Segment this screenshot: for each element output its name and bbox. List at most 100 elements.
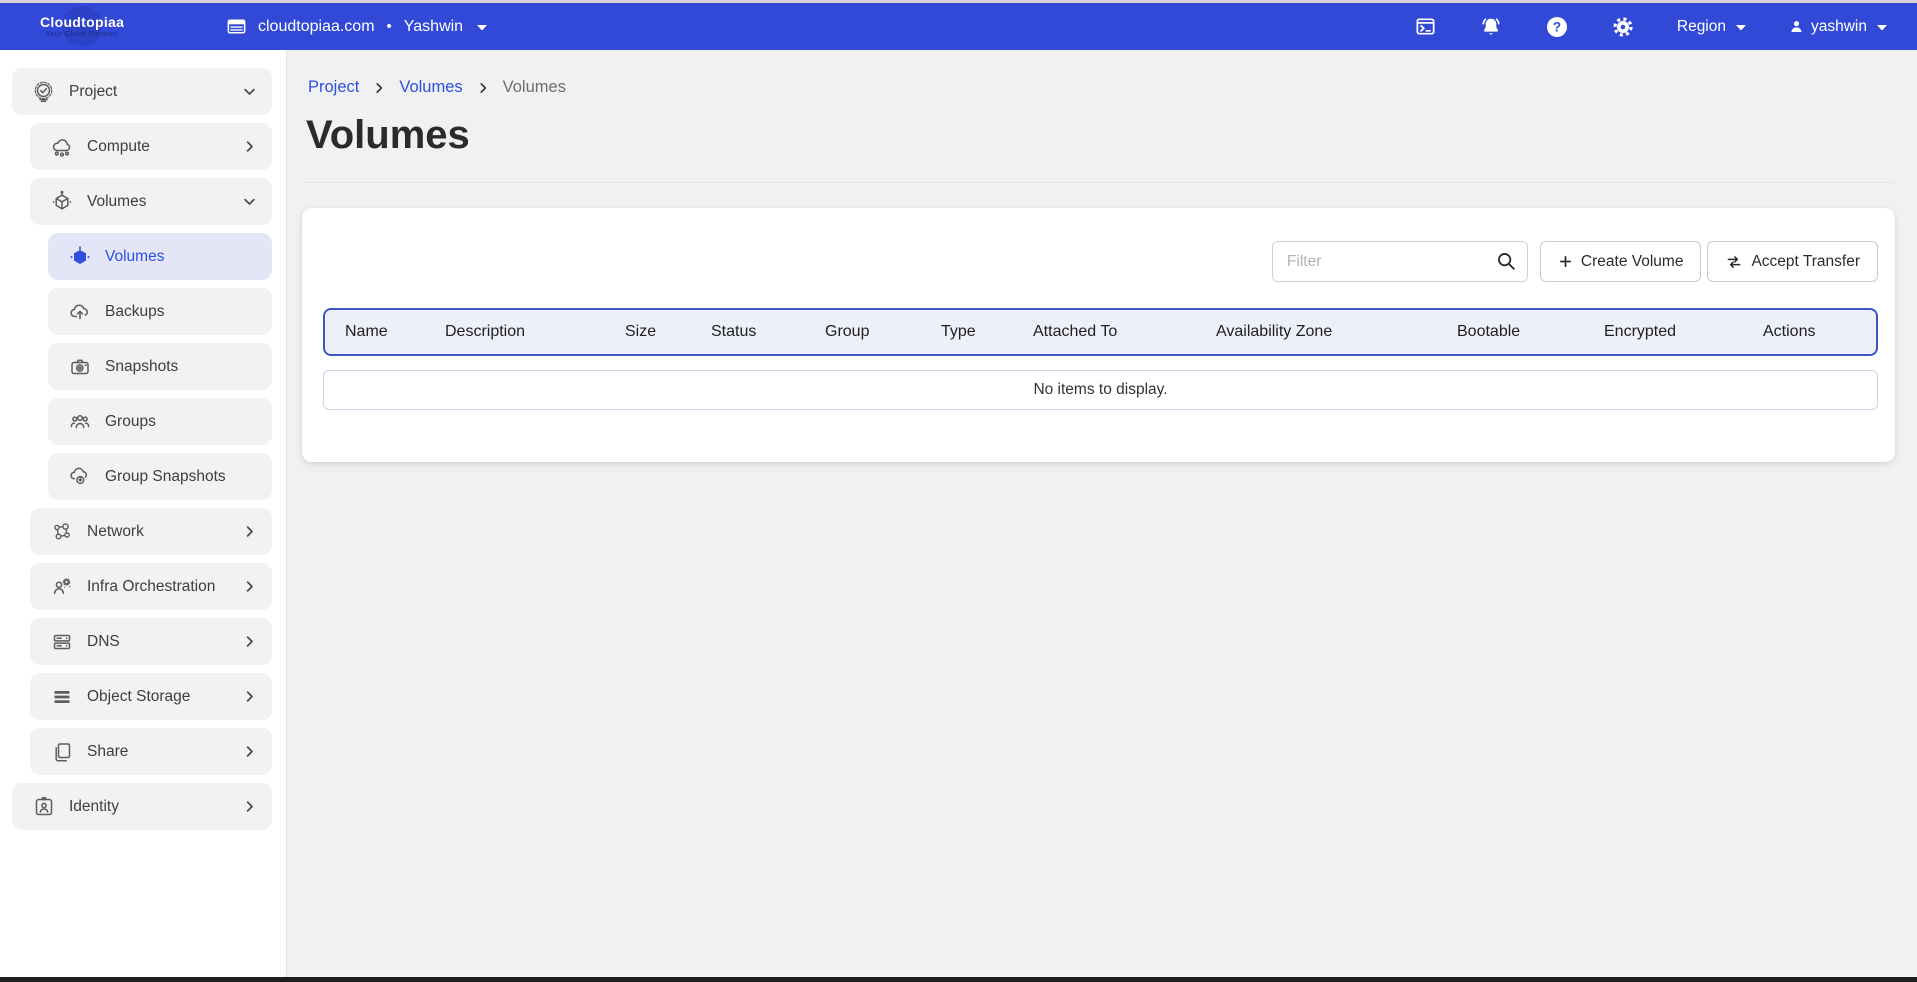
chevron-down-icon [477,18,487,36]
sidebar-item-volumes-group[interactable]: Volumes [30,178,272,225]
accept-transfer-button[interactable]: Accept Transfer [1707,241,1878,282]
share-pages-icon [50,740,74,764]
chevron-down-icon [242,84,257,99]
main-content: Project Volumes Volumes Volumes [287,50,1917,977]
breadcrumb: Project Volumes Volumes [302,78,1895,97]
plus-icon [1558,254,1573,269]
sidebar-item-dns[interactable]: DNS [30,618,272,665]
column-header-name[interactable]: Name [345,323,445,341]
sidebar-item-network[interactable]: Network [30,508,272,555]
breadcrumb-current: Volumes [503,78,566,97]
top-navbar: Cloudtopiaa Your Cloud Partner! cloudtop… [0,3,1917,50]
chevron-right-icon [242,744,257,759]
chevron-right-icon [242,579,257,594]
chevron-down-icon [1736,18,1746,36]
compute-cloud-icon [50,135,74,159]
project-context-dropdown[interactable]: cloudtopiaa.com • Yashwin [225,15,487,38]
brand-tagline: Your Cloud Partner! [40,31,124,38]
sidebar-item-share[interactable]: Share [30,728,272,775]
context-separator: • [387,18,392,35]
filter-input[interactable] [1272,241,1528,282]
volumes-table-card: Create Volume Accept Transfer Name Descr… [302,208,1895,462]
transfer-arrows-icon [1725,253,1743,271]
column-header-actions[interactable]: Actions [1763,323,1876,341]
notifications-bell-icon[interactable] [1479,15,1503,39]
sidebar-item-label: Groups [105,413,156,431]
chevron-down-icon [242,194,257,209]
backups-cloud-upload-icon [68,300,92,324]
context-user: Yashwin [404,18,463,36]
app-console-icon[interactable] [1414,15,1437,38]
sidebar-item-label: Compute [87,138,150,156]
chevron-right-icon [372,81,386,95]
title-divider [302,182,1895,183]
sidebar-item-label: Network [87,523,144,541]
sidebar-item-snapshots[interactable]: Snapshots [48,343,272,390]
brand-name: Cloudtopiaa [40,15,124,30]
region-dropdown[interactable]: Region [1677,18,1746,36]
search-icon[interactable] [1495,250,1517,277]
column-header-group[interactable]: Group [825,323,941,341]
sidebar-item-label: Project [69,83,117,101]
sidebar-item-label: Group Snapshots [105,468,226,486]
table-empty-row: No items to display. [323,370,1878,410]
chevron-right-icon [242,634,257,649]
chevron-right-icon [476,81,490,95]
sidebar-item-label: DNS [87,633,120,651]
group-snapshots-cloud-down-icon [68,465,92,489]
create-volume-button[interactable]: Create Volume [1540,241,1702,282]
sidebar-item-volumes[interactable]: Volumes [48,233,272,280]
domain-table-icon [225,15,248,38]
table-header-row: Name Description Size Status Group Type … [323,308,1878,356]
column-header-bootable[interactable]: Bootable [1457,323,1604,341]
sidebar-item-label: Snapshots [105,358,178,376]
project-badge-icon [32,80,56,104]
column-header-status[interactable]: Status [711,323,825,341]
sidebar-item-compute[interactable]: Compute [30,123,272,170]
create-volume-label: Create Volume [1581,253,1684,271]
user-icon [1788,18,1805,35]
sidebar-item-group-snapshots[interactable]: Group Snapshots [48,453,272,500]
network-nodes-icon [50,520,74,544]
volume-cube-filled-icon [68,245,92,269]
sidebar: Project Compute Volumes Volumes [0,50,287,977]
table-toolbar: Create Volume Accept Transfer [322,241,1878,282]
sidebar-item-label: Share [87,743,128,761]
sidebar-item-identity[interactable]: Identity [12,783,272,830]
context-site: cloudtopiaa.com [258,18,375,36]
column-header-availability-zone[interactable]: Availability Zone [1216,323,1457,341]
settings-gear-icon[interactable] [1611,15,1635,39]
snapshots-camera-icon [68,355,92,379]
column-header-description[interactable]: Description [445,323,625,341]
user-dropdown[interactable]: yashwin [1788,18,1887,36]
column-header-type[interactable]: Type [941,323,1033,341]
column-header-size[interactable]: Size [625,323,711,341]
sidebar-item-backups[interactable]: Backups [48,288,272,335]
sidebar-item-label: Infra Orchestration [87,578,215,596]
svg-text:?: ? [1553,19,1561,34]
groups-people-icon [68,410,92,434]
sidebar-item-project[interactable]: Project [12,68,272,115]
sidebar-item-label: Volumes [87,193,146,211]
brand-logo[interactable]: Cloudtopiaa Your Cloud Partner! [0,3,187,50]
identity-badge-icon [32,795,56,819]
infra-orchestration-icon [50,575,74,599]
sidebar-item-label: Identity [69,798,119,816]
region-label: Region [1677,18,1726,36]
chevron-right-icon [242,139,257,154]
help-icon[interactable]: ? [1545,15,1569,39]
breadcrumb-project-link[interactable]: Project [308,78,359,97]
chevron-right-icon [242,524,257,539]
user-label: yashwin [1811,18,1867,36]
breadcrumb-volumes-link[interactable]: Volumes [399,78,462,97]
dns-server-icon [50,630,74,654]
object-storage-icon [50,685,74,709]
sidebar-item-infra-orchestration[interactable]: Infra Orchestration [30,563,272,610]
column-header-attached-to[interactable]: Attached To [1033,323,1216,341]
page-title: Volumes [302,113,1895,158]
column-header-encrypted[interactable]: Encrypted [1604,323,1763,341]
chevron-down-icon [1877,18,1887,36]
sidebar-item-object-storage[interactable]: Object Storage [30,673,272,720]
empty-message: No items to display. [1033,381,1167,399]
sidebar-item-groups[interactable]: Groups [48,398,272,445]
